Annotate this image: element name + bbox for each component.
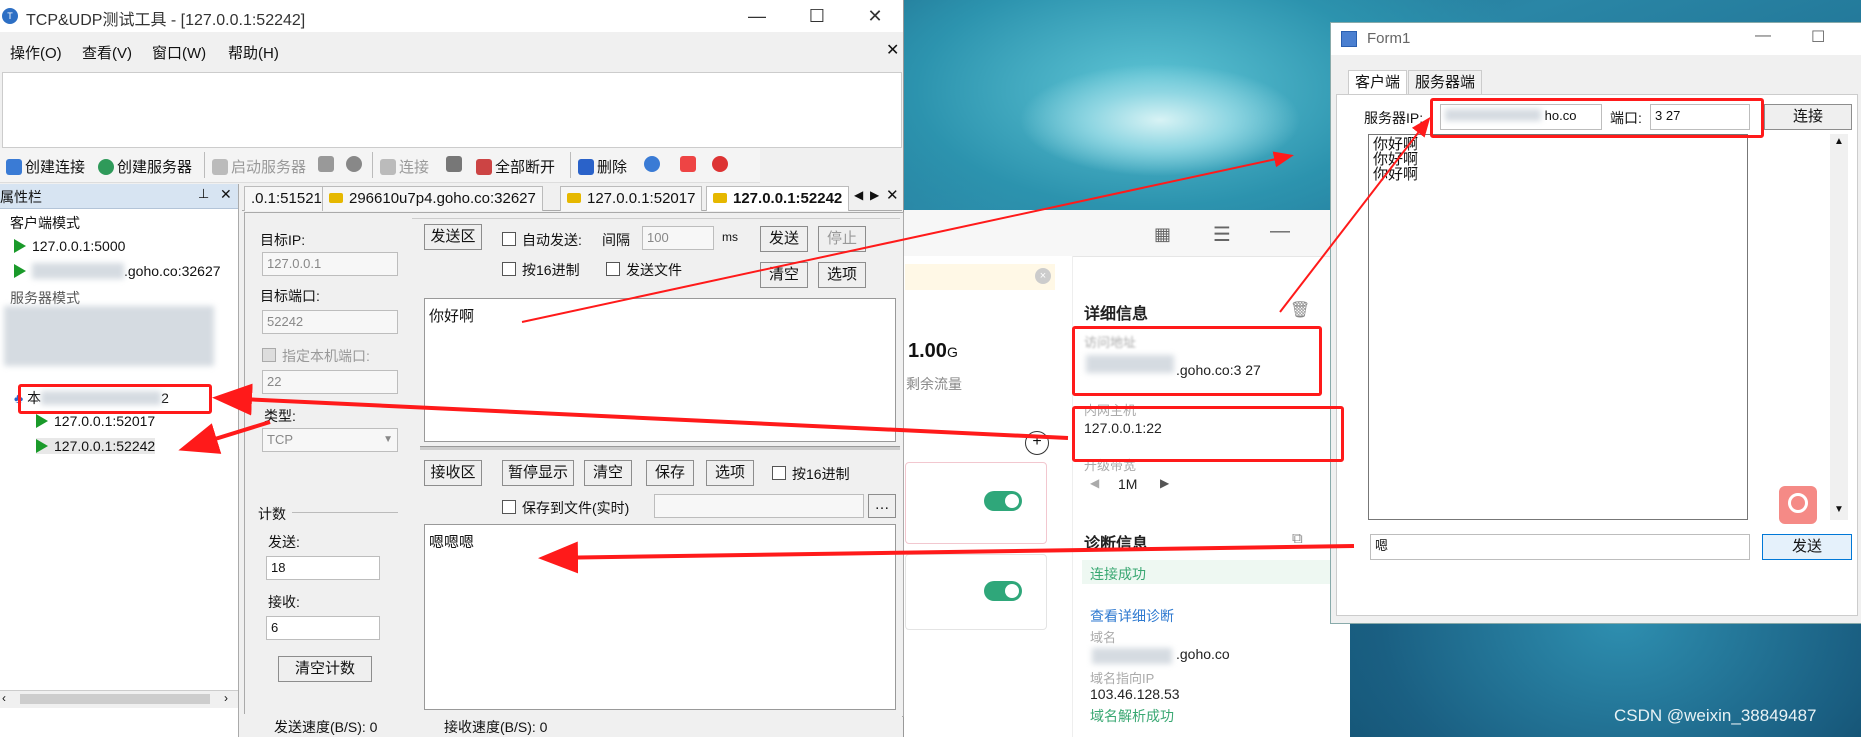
annotation-arrows xyxy=(178,116,1431,574)
arrow-lan-to-local xyxy=(212,383,1069,440)
arrow-addr-to-ip xyxy=(1279,116,1431,313)
arrow-input-to-recv xyxy=(538,541,1355,574)
watermark: CSDN @weixin_38849487 xyxy=(1614,706,1817,725)
arrow-to-server-item xyxy=(178,420,271,454)
arrow-send-to-form1 xyxy=(521,151,1294,323)
